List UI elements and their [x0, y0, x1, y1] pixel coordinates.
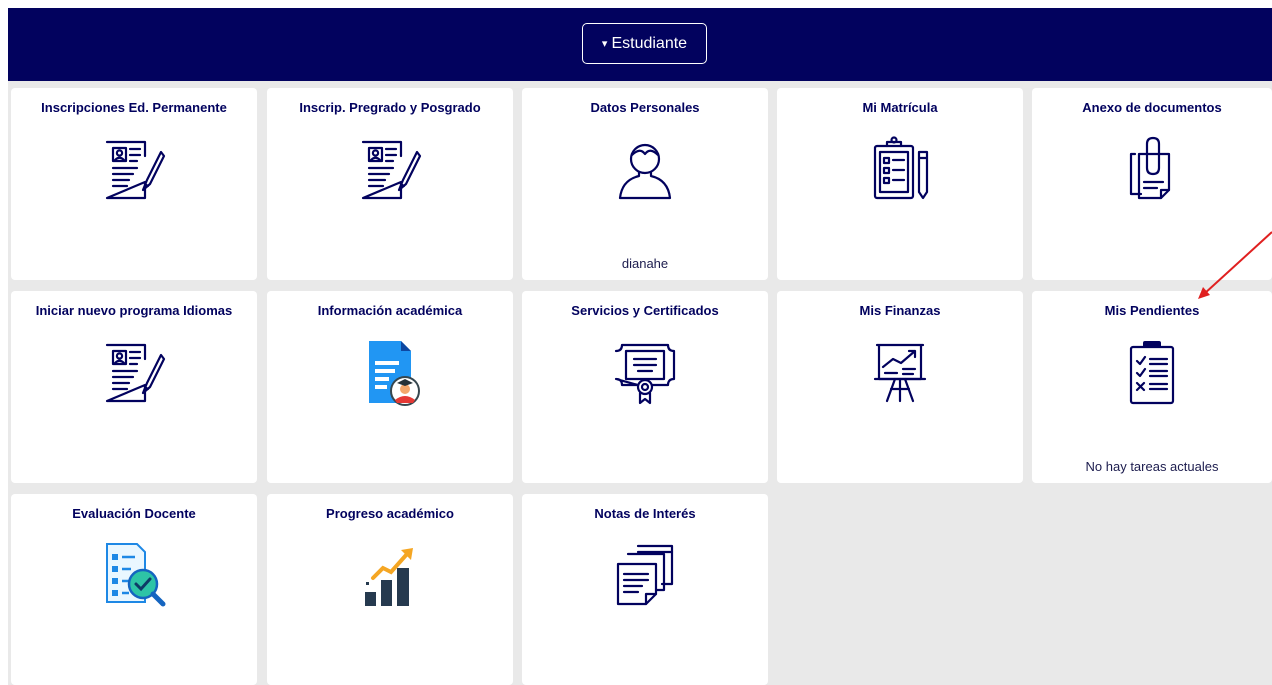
tile-title: Anexo de documentos [1082, 100, 1222, 115]
presentation-chart-icon [865, 337, 935, 407]
dropdown-caret-icon: ▾ [601, 38, 608, 50]
tile-title: Datos Personales [590, 100, 700, 115]
tile-evaluacion-docente[interactable]: Evaluación Docente [11, 494, 257, 685]
tile-title: Mi Matrícula [862, 100, 938, 115]
tile-notas-interes[interactable]: Notas de Interés [522, 494, 768, 685]
enrollment-form-icon [355, 134, 425, 204]
certificate-icon [610, 337, 680, 407]
academic-document-graduate-icon [355, 337, 425, 407]
tile-inscripciones-ed-permanente[interactable]: Inscripciones Ed. Permanente [11, 88, 257, 280]
tile-title: Notas de Interés [594, 506, 696, 521]
user-profile-icon [610, 134, 680, 204]
tile-datos-personales[interactable]: Datos Personales dianahe [522, 88, 768, 280]
student-portal: ▾ Estudiante Inscripciones Ed. Permanent… [0, 0, 1272, 685]
tile-title: Inscrip. Pregrado y Posgrado [299, 100, 481, 115]
username-label: dianahe [621, 256, 669, 271]
tile-title: Progreso académico [326, 506, 454, 521]
tile-informacion-academica[interactable]: Información académica [267, 291, 513, 483]
document-magnifier-check-icon [99, 540, 169, 610]
tile-anexo-documentos[interactable]: Anexo de documentos [1032, 88, 1272, 280]
tile-progreso-academico[interactable]: Progreso académico [267, 494, 513, 685]
enrollment-form-icon [99, 134, 169, 204]
role-selector-label: Estudiante [611, 34, 688, 52]
tile-title: Evaluación Docente [72, 506, 196, 521]
growth-bar-chart-icon [355, 540, 425, 610]
tile-title: Mis Finanzas [859, 303, 941, 318]
role-selector-dropdown[interactable]: ▾ Estudiante [582, 23, 707, 64]
tile-title: Servicios y Certificados [571, 303, 719, 318]
enrollment-form-icon [99, 337, 169, 407]
paperclip-documents-icon [1117, 134, 1187, 204]
tile-mis-pendientes[interactable]: Mis Pendientes No hay tareas actuales [1032, 291, 1272, 483]
checklist-icon [1117, 337, 1187, 407]
stacked-notes-icon [610, 540, 680, 610]
clipboard-pencil-icon [865, 134, 935, 204]
tile-title: Inscripciones Ed. Permanente [41, 100, 227, 115]
tile-inscrip-pregrado-posgrado[interactable]: Inscrip. Pregrado y Posgrado [267, 88, 513, 280]
tile-title: Iniciar nuevo programa Idiomas [35, 303, 233, 318]
tile-mis-finanzas[interactable]: Mis Finanzas [777, 291, 1023, 483]
pending-tasks-status: No hay tareas actuales [1085, 459, 1219, 474]
tile-mi-matricula[interactable]: Mi Matrícula [777, 88, 1023, 280]
tile-title: Mis Pendientes [1104, 303, 1200, 318]
tile-servicios-certificados[interactable]: Servicios y Certificados [522, 291, 768, 483]
tile-title: Información académica [317, 303, 463, 318]
tile-iniciar-programa-idiomas[interactable]: Iniciar nuevo programa Idiomas [11, 291, 257, 483]
